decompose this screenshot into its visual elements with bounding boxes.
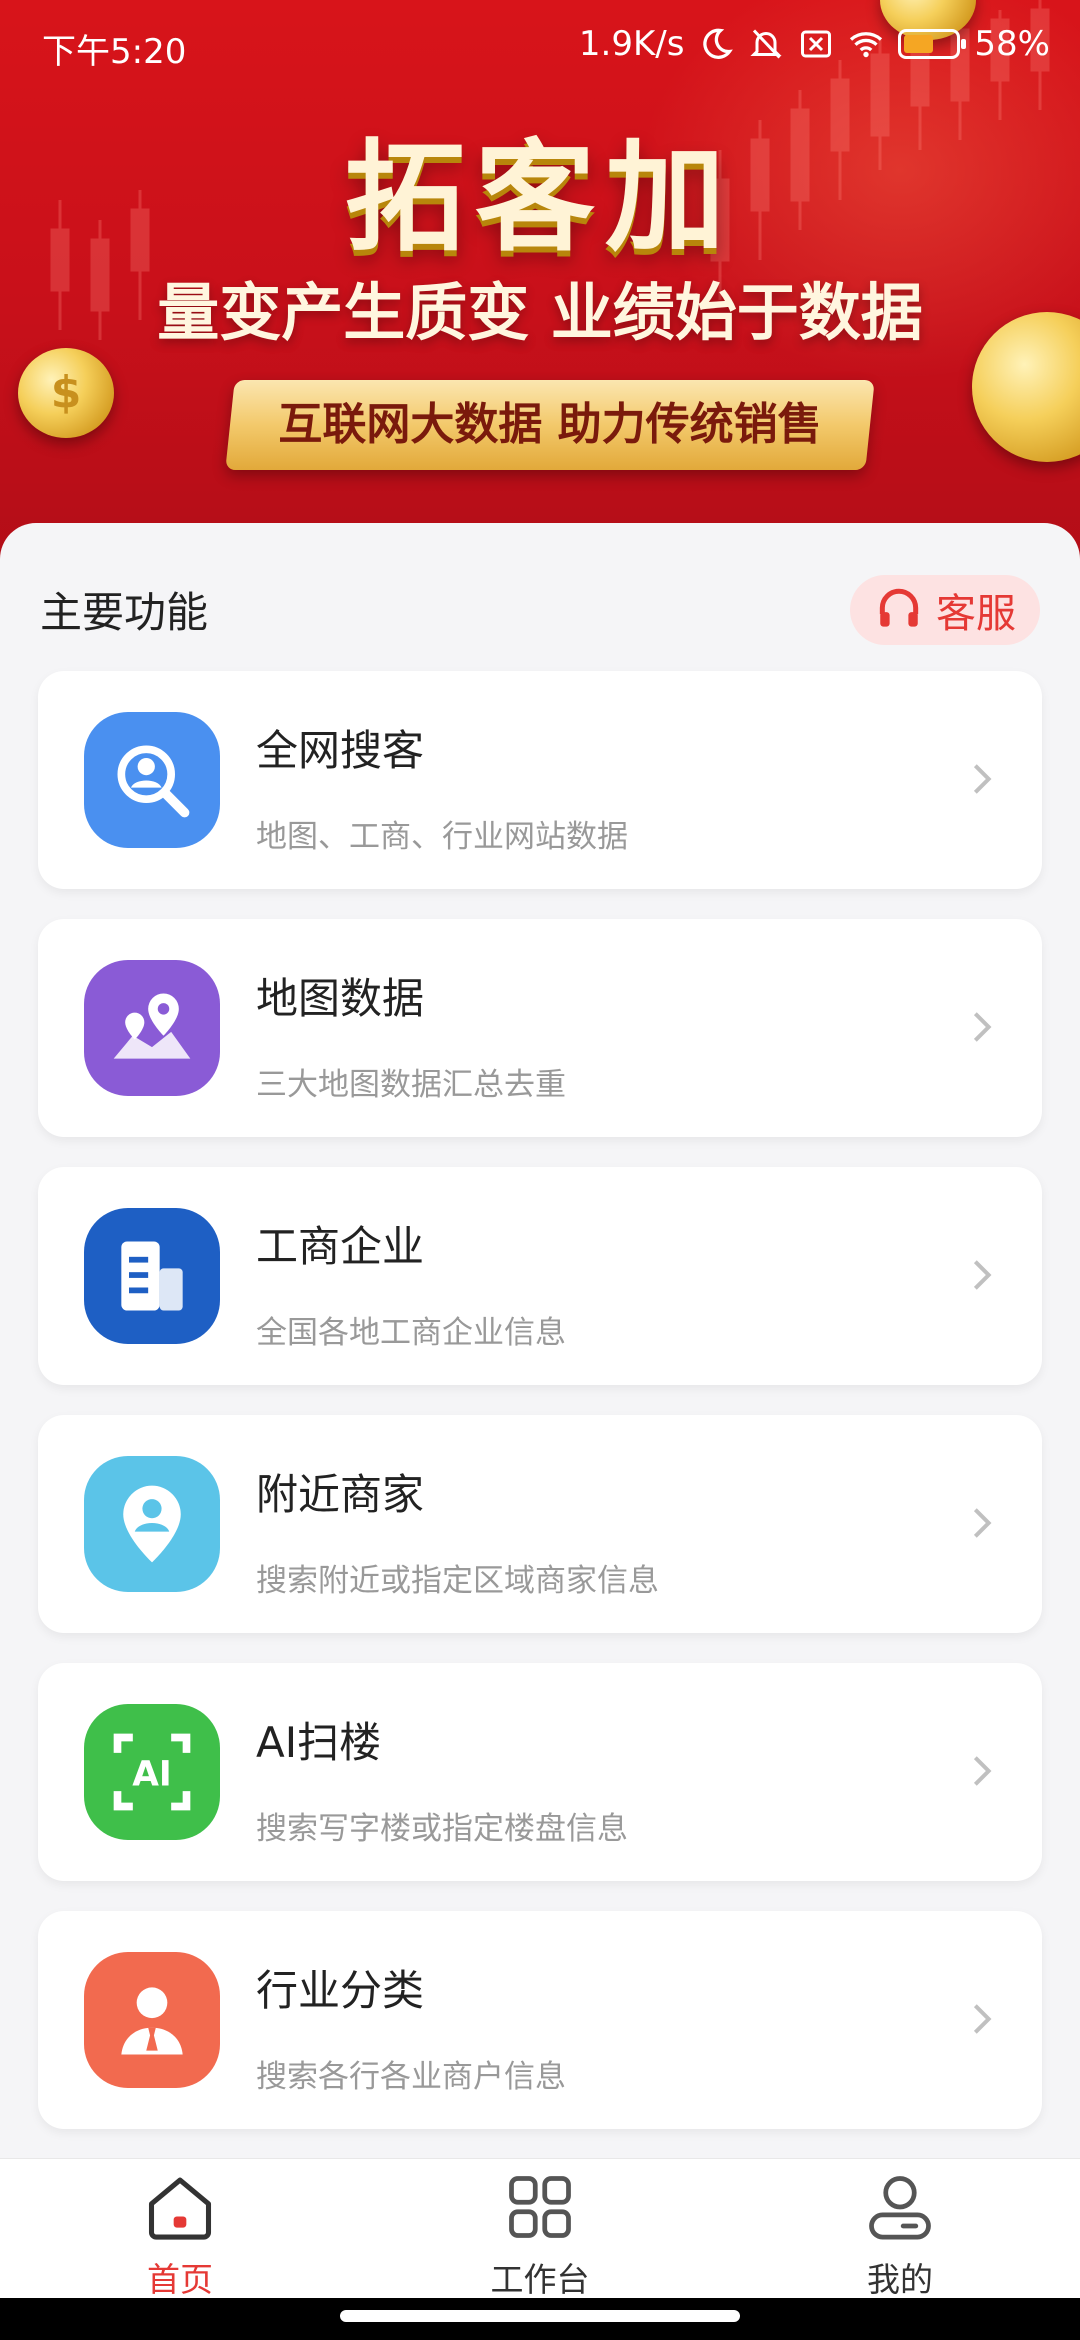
feature-desc: 搜索各行各业商户信息: [256, 2059, 566, 2095]
main-panel: 主要功能 客服 全网搜客 地图、工商、行业网站数据 地图数据 三大地图数据汇总去…: [0, 523, 1080, 2158]
feature-desc: 搜索写字楼或指定楼盘信息: [256, 1811, 628, 1847]
feature-card-nearby[interactable]: 附近商家 搜索附近或指定区域商家信息: [38, 1415, 1042, 1633]
feature-desc: 搜索附近或指定区域商家信息: [256, 1563, 659, 1599]
network-speed: 1.9K/s: [578, 24, 685, 64]
customer-service-label: 客服: [936, 591, 1016, 637]
section-title: 主要功能: [40, 588, 209, 637]
feature-title: 地图数据: [256, 974, 425, 1023]
feature-card-map-data[interactable]: 地图数据 三大地图数据汇总去重: [38, 919, 1042, 1137]
tab-profile[interactable]: 我的: [800, 2169, 1000, 2299]
search-user-icon: [84, 712, 220, 848]
feature-title: 行业分类: [256, 1966, 425, 2015]
system-nav-area: [0, 2298, 1080, 2340]
feature-desc: 三大地图数据汇总去重: [256, 1067, 566, 1103]
brand-title: 拓客加: [345, 127, 735, 268]
ai-scan-icon: AI: [84, 1704, 220, 1840]
battery-percent: 58%: [974, 24, 1050, 64]
no-sim-icon: [801, 30, 832, 58]
feature-title: 全网搜客: [256, 726, 425, 775]
chevron-right-icon: [973, 1260, 992, 1290]
bottom-tab-bar: 首页 工作台 我的: [0, 2158, 1080, 2299]
battery-icon: [898, 29, 967, 59]
battery-fill: [904, 35, 934, 53]
grid-icon: [509, 2176, 571, 2238]
tab-home[interactable]: 首页: [80, 2169, 280, 2299]
chevron-right-icon: [973, 1012, 992, 1042]
feature-desc: 全国各地工商企业信息: [256, 1315, 566, 1351]
customer-service-button[interactable]: 客服: [850, 575, 1040, 645]
home-icon: [148, 2177, 212, 2240]
coin-left-decoration: $: [18, 348, 114, 438]
headset-icon: [879, 588, 919, 627]
moon-icon: [703, 28, 734, 59]
chevron-right-icon: [973, 2004, 992, 2034]
feature-desc: 地图、工商、行业网站数据: [256, 819, 628, 855]
hero-banner: 下午5:20 1.9K/s 58% 拓客加 量变产生质变 业绩始于数据 $ 互联…: [0, 0, 1080, 560]
tab-label: 我的: [867, 2260, 933, 2299]
feature-card-business[interactable]: 工商企业 全国各地工商企业信息: [38, 1167, 1042, 1385]
profile-icon: [869, 2176, 931, 2240]
feature-card-ai-scan[interactable]: AI AI扫楼 搜索写字楼或指定楼盘信息: [38, 1663, 1042, 1881]
ribbon-text: 互联网大数据 助力传统销售: [278, 399, 822, 450]
wifi-icon: [850, 32, 883, 58]
tab-label: 首页: [147, 2260, 213, 2299]
map-pin-icon: [84, 960, 220, 1096]
tab-workbench[interactable]: 工作台: [440, 2169, 640, 2299]
building-icon: [84, 1208, 220, 1344]
feature-card-industry[interactable]: 行业分类 搜索各行各业商户信息: [38, 1911, 1042, 2129]
chevron-right-icon: [973, 1508, 992, 1538]
chevron-right-icon: [973, 1756, 992, 1786]
mute-bell-icon: [750, 29, 783, 59]
location-person-icon: [84, 1456, 220, 1592]
chevron-right-icon: [973, 764, 992, 794]
brand-slogan: 量变产生质变 业绩始于数据: [157, 276, 923, 349]
tab-label: 工作台: [490, 2260, 590, 2299]
feature-card-web-search[interactable]: 全网搜客 地图、工商、行业网站数据: [38, 671, 1042, 889]
status-time: 下午5:20: [42, 32, 187, 72]
feature-title: 工商企业: [256, 1222, 425, 1271]
coin-mark: $: [50, 367, 82, 418]
svg-text:AI: AI: [132, 1754, 172, 1794]
feature-title: 附近商家: [256, 1470, 425, 1519]
status-bar: 下午5:20 1.9K/s 58%: [0, 0, 1080, 92]
business-person-icon: [84, 1952, 220, 2088]
home-indicator[interactable]: [340, 2310, 740, 2322]
feature-title: AI扫楼: [256, 1718, 382, 1767]
status-right: 1.9K/s 58%: [579, 24, 1050, 64]
